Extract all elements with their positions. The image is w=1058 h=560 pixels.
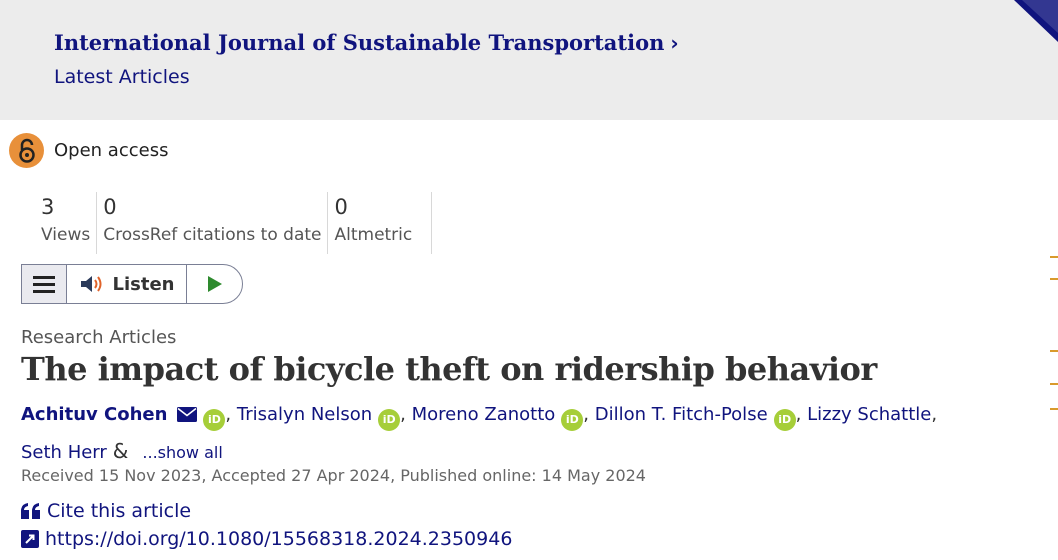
author-name: Dillon T. Fitch-Polse [594, 404, 768, 425]
listen-toolbar: Listen [21, 264, 243, 304]
play-button[interactable] [187, 265, 242, 303]
metric-value: 0 [103, 195, 117, 219]
metric-views[interactable]: 3 Views [35, 192, 98, 254]
author-link[interactable]: Seth Herr [21, 442, 107, 463]
author-name: Seth Herr [21, 442, 107, 463]
chevron-right-icon: › [670, 30, 679, 55]
cite-label: Cite this article [47, 500, 192, 522]
doi-url: https://doi.org/10.1080/15568318.2024.23… [45, 528, 513, 550]
latest-articles-link[interactable]: Latest Articles [54, 66, 190, 88]
orcid-icon[interactable]: iD [203, 409, 226, 431]
listen-button[interactable]: Listen [67, 265, 187, 303]
quote-icon [21, 503, 40, 519]
metric-crossref[interactable]: 0 CrossRef citations to date [97, 192, 329, 254]
speaker-icon [80, 276, 101, 292]
author-name: Lizzy Schattle [807, 404, 932, 425]
metric-value: 0 [334, 195, 348, 219]
author-name: Trisalyn Nelson [236, 404, 373, 425]
author-link[interactable]: Achituv Cohen iD [21, 404, 226, 431]
doi-link[interactable]: https://doi.org/10.1080/15568318.2024.23… [21, 528, 512, 550]
journal-title-text: International Journal of Sustainable Tra… [54, 30, 665, 55]
journal-title-link[interactable]: International Journal of Sustainable Tra… [54, 30, 679, 55]
external-link-icon [21, 530, 39, 548]
show-all-authors-link[interactable]: ...show all [142, 443, 222, 462]
journal-header: International Journal of Sustainable Tra… [0, 0, 1058, 120]
open-access-lock-icon [9, 133, 44, 168]
author-link[interactable]: Dillon T. Fitch-Polse iD [594, 404, 796, 431]
open-access-label: Open access [54, 140, 169, 161]
metric-value: 3 [41, 195, 55, 219]
menu-icon[interactable] [22, 265, 67, 303]
metric-altmetric[interactable]: 0 Altmetric [328, 192, 433, 254]
author-link[interactable]: Moreno Zanotto iD [411, 404, 584, 431]
article-type: Research Articles [21, 327, 177, 348]
orcid-icon[interactable]: iD [773, 409, 796, 431]
metric-label: CrossRef citations to date [103, 225, 322, 245]
article-title: The impact of bicycle theft on ridership… [21, 350, 877, 388]
cite-article-link[interactable]: Cite this article [21, 500, 191, 522]
open-access-badge: Open access [9, 133, 168, 168]
publication-dates: Received 15 Nov 2023, Accepted 27 Apr 20… [21, 466, 646, 485]
orcid-icon[interactable]: iD [561, 409, 584, 431]
author-name: Moreno Zanotto [411, 404, 556, 425]
author-link[interactable]: Trisalyn Nelson iD [236, 404, 401, 431]
article-metrics: 3 Views 0 CrossRef citations to date 0 A… [35, 192, 433, 254]
ampersand: & [112, 439, 129, 463]
mail-icon[interactable] [177, 407, 198, 422]
page-edge-markers [1050, 250, 1058, 420]
listen-label: Listen [112, 273, 175, 295]
author-link[interactable]: Lizzy Schattle [807, 404, 931, 425]
play-icon [207, 276, 222, 292]
corner-badge [998, 0, 1058, 60]
orcid-icon[interactable]: iD [378, 409, 401, 431]
author-name: Achituv Cohen [21, 404, 168, 425]
metric-label: Altmetric [334, 225, 413, 245]
metric-label: Views [41, 225, 91, 245]
author-list: Achituv Cohen iD, Trisalyn Nelson iD, More… [21, 404, 938, 463]
